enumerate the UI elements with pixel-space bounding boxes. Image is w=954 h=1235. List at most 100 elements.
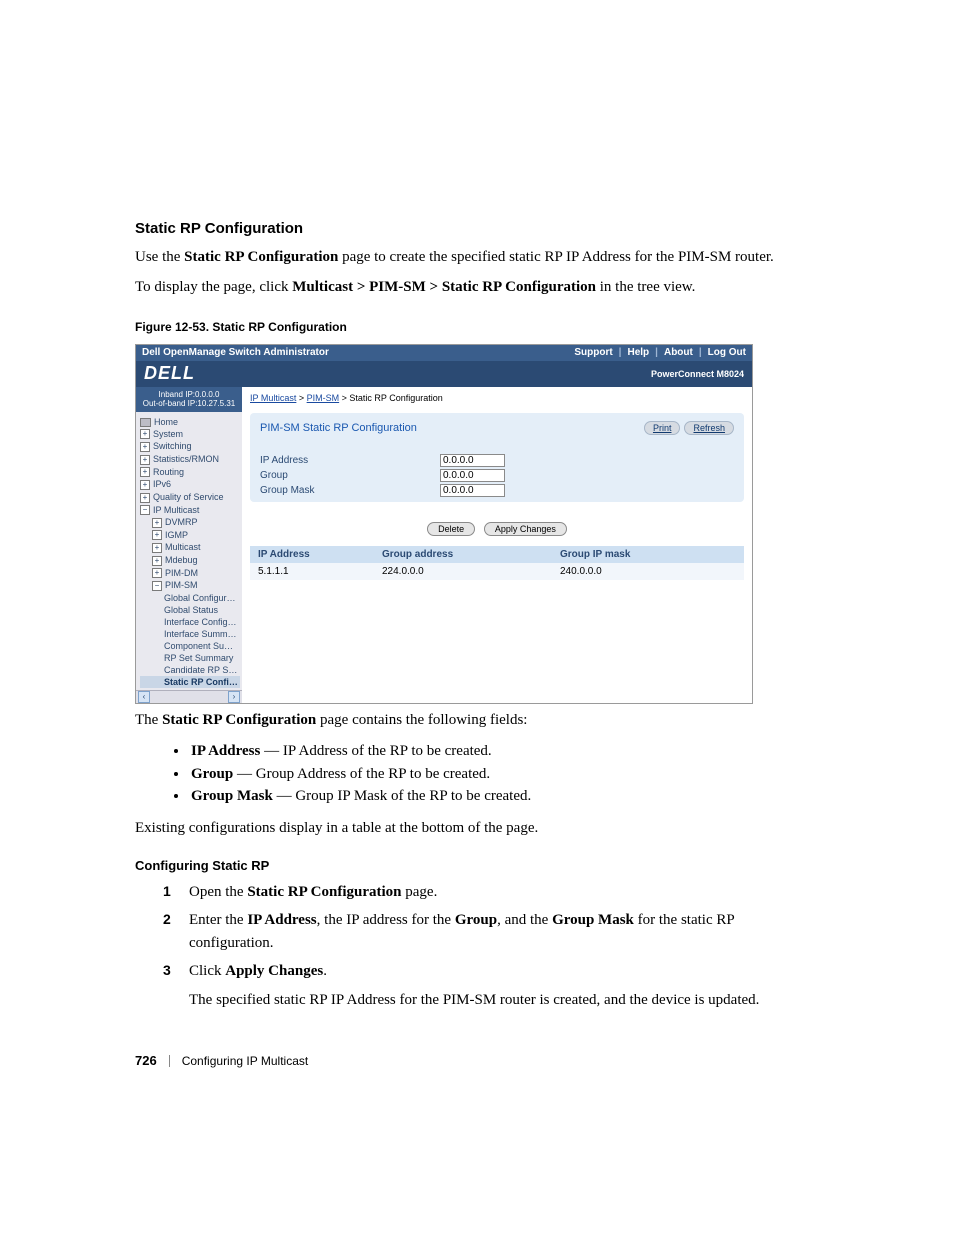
tree-multicast[interactable]: +Multicast bbox=[140, 541, 240, 554]
step-2: Enter the IP Address, the IP address for… bbox=[175, 909, 819, 954]
tree-global-config[interactable]: Global Configuration bbox=[140, 592, 240, 604]
tree-component-summary[interactable]: Component Summary bbox=[140, 640, 240, 652]
separator: | bbox=[655, 347, 658, 358]
scroll-left-icon[interactable]: ‹ bbox=[138, 691, 150, 703]
home-icon bbox=[140, 418, 151, 427]
th-group-address: Group address bbox=[382, 549, 560, 560]
topbar-link-support[interactable]: Support bbox=[574, 347, 612, 358]
ss-topbar: Dell OpenManage Switch Administrator Sup… bbox=[136, 345, 752, 361]
td-group-ip-mask: 240.0.0.0 bbox=[560, 566, 736, 577]
tree-igmp[interactable]: +IGMP bbox=[140, 529, 240, 542]
dell-logo: DELL bbox=[144, 363, 195, 384]
text: page to create the specified static RP I… bbox=[338, 249, 773, 265]
tree-rpset-summary[interactable]: RP Set Summary bbox=[140, 652, 240, 664]
tree-qos[interactable]: +Quality of Service bbox=[140, 491, 240, 504]
delete-button[interactable]: Delete bbox=[427, 522, 475, 536]
td-group-address: 224.0.0.0 bbox=[382, 566, 560, 577]
text-bold: Static RP Configuration bbox=[162, 712, 316, 728]
chapter-title: Configuring IP Multicast bbox=[182, 1054, 309, 1068]
table-header: IP Address Group address Group IP mask bbox=[250, 546, 744, 563]
form-row-group-mask: Group Mask bbox=[260, 483, 734, 498]
expand-icon[interactable]: + bbox=[140, 493, 150, 503]
field-list: IP Address — IP Address of the RP to be … bbox=[135, 740, 819, 808]
expand-icon[interactable]: + bbox=[140, 480, 150, 490]
ss-logo-row: DELL PowerConnect M8024 bbox=[136, 361, 752, 387]
section-heading: Static RP Configuration bbox=[135, 220, 819, 237]
topbar-link-logout[interactable]: Log Out bbox=[708, 347, 746, 358]
tree-switching[interactable]: +Switching bbox=[140, 440, 240, 453]
field-name: IP Address bbox=[191, 743, 260, 759]
app-title: Dell OpenManage Switch Administrator bbox=[142, 347, 329, 358]
text: page contains the following fields: bbox=[316, 712, 527, 728]
text: Open the bbox=[189, 884, 247, 900]
text-bold: Group Mask bbox=[552, 912, 634, 928]
expand-icon[interactable]: + bbox=[152, 556, 162, 566]
expand-icon[interactable]: + bbox=[152, 518, 162, 528]
label-group-mask: Group Mask bbox=[260, 485, 440, 496]
tree-mdebug[interactable]: +Mdebug bbox=[140, 554, 240, 567]
topbar-link-help[interactable]: Help bbox=[627, 347, 649, 358]
breadcrumb-pimsm[interactable]: PIM-SM bbox=[307, 393, 340, 403]
collapse-icon[interactable]: − bbox=[152, 581, 162, 591]
tree-pimsm[interactable]: −PIM-SM bbox=[140, 579, 240, 592]
expand-icon[interactable]: + bbox=[152, 568, 162, 578]
refresh-button[interactable]: Refresh bbox=[684, 421, 734, 435]
tree-candidate-rp[interactable]: Candidate RP Summ bbox=[140, 664, 240, 676]
tree-ipv6[interactable]: +IPv6 bbox=[140, 478, 240, 491]
breadcrumb-ipmulticast[interactable]: IP Multicast bbox=[250, 393, 296, 403]
collapse-icon[interactable]: − bbox=[140, 505, 150, 515]
text: , the IP address for the bbox=[317, 912, 455, 928]
topbar-link-about[interactable]: About bbox=[664, 347, 693, 358]
tree-hscrollbar[interactable]: ‹ › bbox=[136, 690, 242, 703]
expand-icon[interactable]: + bbox=[152, 543, 162, 553]
tree-interface-config[interactable]: Interface Configuration bbox=[140, 616, 240, 628]
footer-separator bbox=[169, 1055, 170, 1067]
field-desc: — Group Address of the RP to be created. bbox=[233, 766, 490, 782]
document-page: Static RP Configuration Use the Static R… bbox=[0, 0, 954, 1128]
form-row-ip: IP Address bbox=[260, 453, 734, 468]
group-mask-input[interactable] bbox=[440, 484, 505, 497]
text: Click bbox=[189, 963, 225, 979]
existing-config-text: Existing configurations display in a tab… bbox=[135, 818, 819, 838]
oob-ip: Out-of-band IP:10.27.5.31 bbox=[138, 399, 240, 409]
sub-heading: Configuring Static RP bbox=[135, 858, 819, 873]
tree-pimdm[interactable]: +PIM-DM bbox=[140, 567, 240, 580]
form-row-group: Group bbox=[260, 468, 734, 483]
expand-icon[interactable]: + bbox=[140, 429, 150, 439]
table-row: 5.1.1.1 224.0.0.0 240.0.0.0 bbox=[250, 563, 744, 580]
expand-icon[interactable]: + bbox=[140, 455, 150, 465]
text-bold: Static RP Configuration bbox=[184, 249, 338, 265]
tree-statistics[interactable]: +Statistics/RMON bbox=[140, 453, 240, 466]
inband-ip: Inband IP:0.0.0.0 bbox=[138, 390, 240, 400]
field-desc: — Group IP Mask of the RP to be created. bbox=[273, 788, 531, 804]
expand-icon[interactable]: + bbox=[152, 530, 162, 540]
group-input[interactable] bbox=[440, 469, 505, 482]
apply-changes-button[interactable]: Apply Changes bbox=[484, 522, 567, 536]
tree-home[interactable]: Home bbox=[140, 416, 240, 428]
tree-global-status[interactable]: Global Status bbox=[140, 604, 240, 616]
ip-address-input[interactable] bbox=[440, 454, 505, 467]
tree-static-rp-active[interactable]: Static RP Configura bbox=[140, 676, 240, 688]
nav-tree[interactable]: Inband IP:0.0.0.0 Out-of-band IP:10.27.5… bbox=[136, 387, 242, 703]
steps-list: Open the Static RP Configuration page. E… bbox=[135, 881, 819, 1012]
expand-icon[interactable]: + bbox=[140, 467, 150, 477]
text: The bbox=[135, 712, 162, 728]
tree-ipmulticast[interactable]: −IP Multicast bbox=[140, 504, 240, 517]
text: Use the bbox=[135, 249, 184, 265]
tree-routing[interactable]: +Routing bbox=[140, 466, 240, 479]
ss-main: IP Multicast > PIM-SM > Static RP Config… bbox=[242, 387, 752, 703]
tree-system[interactable]: +System bbox=[140, 428, 240, 441]
expand-icon[interactable]: + bbox=[140, 442, 150, 452]
figure-caption: Figure 12-53. Static RP Configuration bbox=[135, 320, 819, 334]
tree-interface-summary[interactable]: Interface Summary bbox=[140, 628, 240, 640]
text-bold: Group bbox=[455, 912, 497, 928]
text: To display the page, click bbox=[135, 279, 292, 295]
label-group: Group bbox=[260, 470, 440, 481]
nav-paragraph: To display the page, click Multicast > P… bbox=[135, 277, 819, 297]
th-ip-address: IP Address bbox=[258, 549, 382, 560]
scroll-right-icon[interactable]: › bbox=[228, 691, 240, 703]
tree-dvmrp[interactable]: +DVMRP bbox=[140, 516, 240, 529]
print-button[interactable]: Print bbox=[644, 421, 681, 435]
text: , and the bbox=[497, 912, 552, 928]
button-row: Delete Apply Changes bbox=[250, 508, 744, 546]
